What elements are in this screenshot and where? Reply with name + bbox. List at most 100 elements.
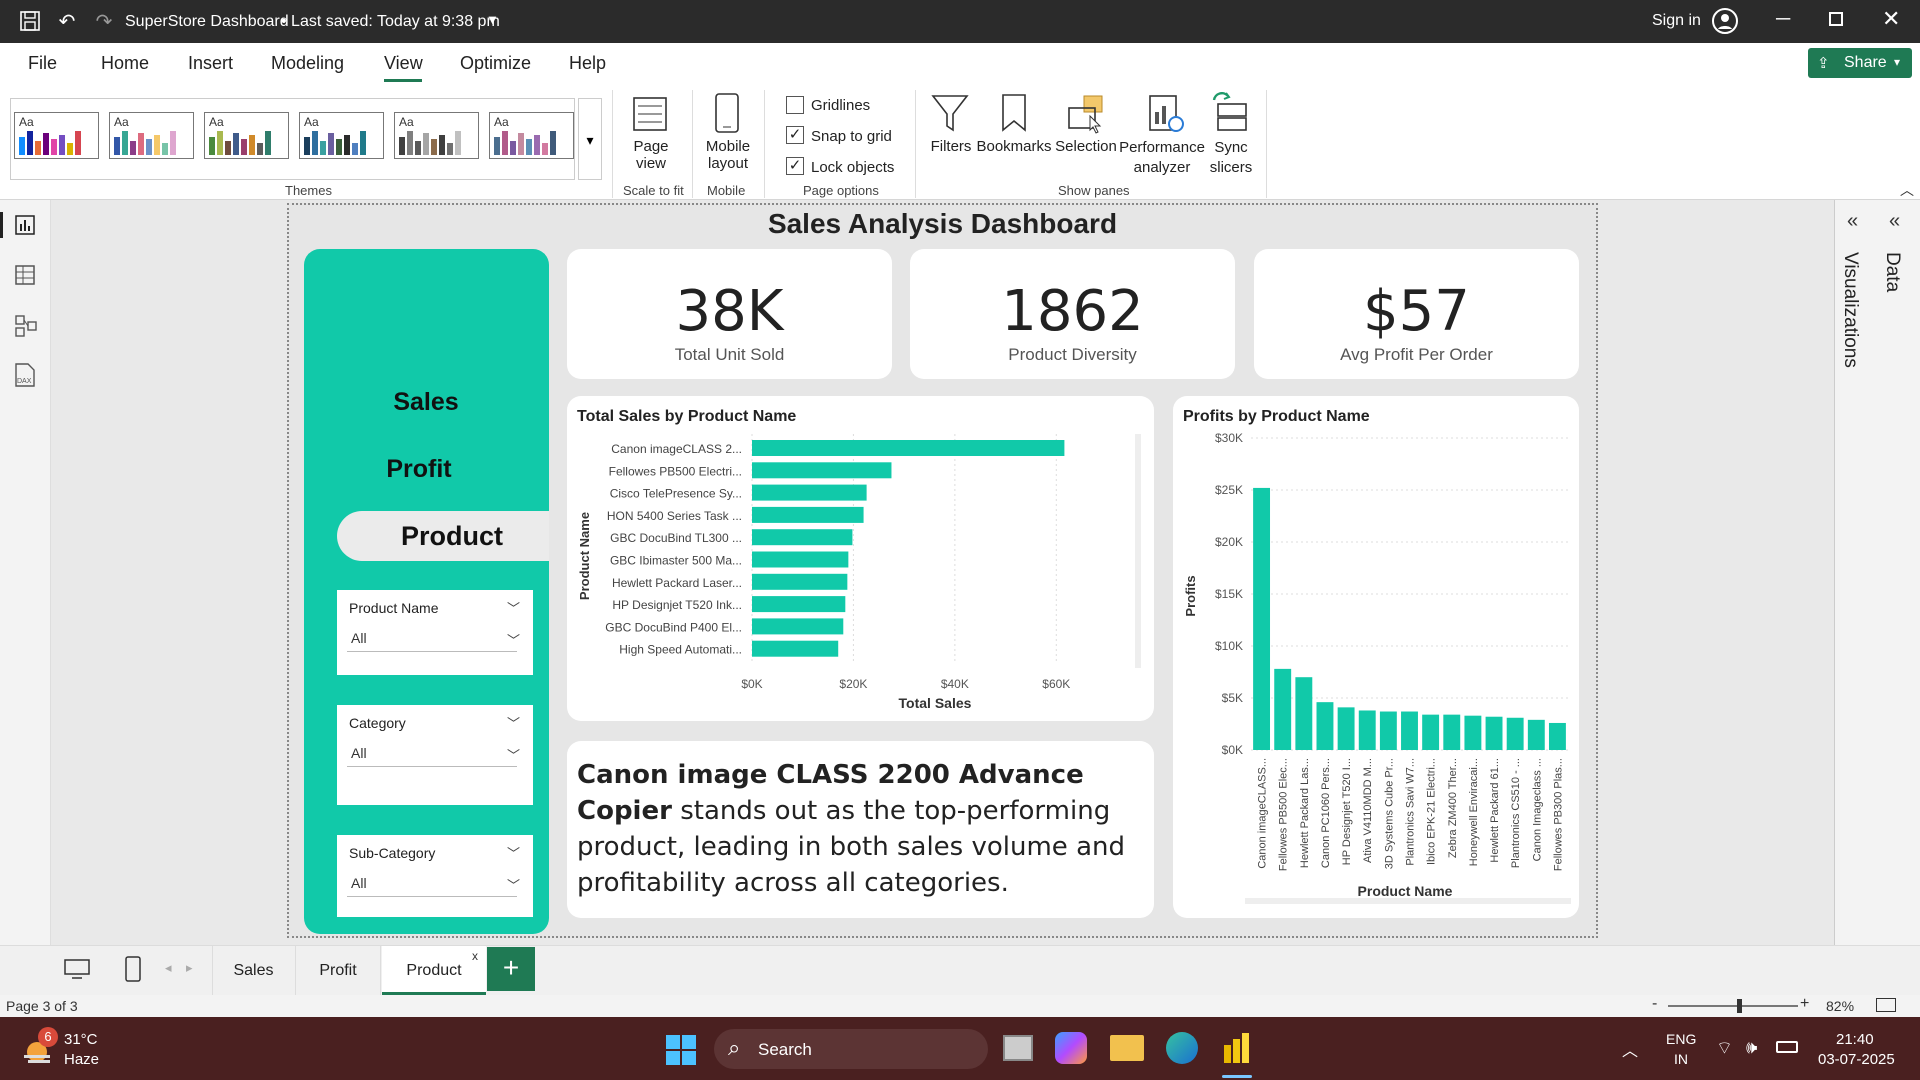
tab-view[interactable]: View (384, 53, 423, 74)
model-view-icon[interactable] (14, 314, 38, 343)
search-placeholder: Search (758, 1040, 812, 1059)
selection-button[interactable] (1066, 94, 1106, 139)
kpi-card-units-sold[interactable]: 38K Total Unit Sold (567, 249, 892, 379)
zoom-in-button[interactable]: + (1800, 995, 1809, 1013)
save-icon[interactable] (18, 10, 42, 34)
volume-icon[interactable]: 🕪 (1746, 1037, 1757, 1058)
clock-date[interactable]: 03-07-2025 (1818, 1051, 1895, 1068)
maximize-icon[interactable] (1829, 12, 1843, 26)
wifi-icon[interactable]: ⌔ (1716, 1037, 1733, 1060)
language-line1[interactable]: ENG (1666, 1031, 1696, 1047)
y-tick-label: $0K (1222, 743, 1243, 757)
close-icon[interactable]: ✕ (1882, 6, 1900, 32)
expand-data-icon[interactable]: « (1889, 210, 1900, 233)
snap-to-grid-checkbox[interactable]: ✓ (786, 126, 804, 144)
filters-label[interactable]: Filters (926, 138, 976, 155)
weather-temp[interactable]: 31°C (64, 1031, 98, 1048)
redo-icon[interactable]: ↷ (92, 10, 116, 34)
filters-button[interactable] (930, 92, 970, 139)
tab-insert[interactable]: Insert (188, 53, 233, 74)
category-label: GBC DocuBind TL300 ... (610, 531, 742, 545)
page-tab-product[interactable]: Product x (382, 946, 486, 995)
page-view-button[interactable] (630, 92, 670, 137)
lock-objects-checkbox[interactable]: ✓ (786, 157, 804, 175)
tab-home[interactable]: Home (101, 53, 149, 74)
edge-browser-icon[interactable] (1166, 1032, 1198, 1064)
nav-product-button[interactable]: Product (337, 511, 549, 561)
copilot-icon[interactable] (1055, 1032, 1087, 1064)
profits-chart[interactable]: Profits by Product Name $0K $5K $10K $15K $20… (1173, 396, 1579, 918)
visualizations-pane-tab[interactable]: Visualizations (1839, 252, 1861, 368)
chevron-down-icon: ▾ (1894, 55, 1901, 69)
mobile-layout-button[interactable] (712, 92, 742, 139)
power-bi-icon[interactable] (1222, 1031, 1252, 1070)
page-view-label[interactable]: Page view (628, 138, 674, 172)
page-tab-sales[interactable]: Sales (212, 946, 294, 995)
sub-category-dropdown[interactable]: All ﹀ (347, 869, 520, 897)
share-button[interactable]: ⇪ Share ▾ (1808, 48, 1912, 78)
sync-slicers-button[interactable] (1210, 92, 1252, 139)
performance-analyzer-button[interactable] (1146, 92, 1186, 139)
minimize-icon[interactable]: ─ (1776, 8, 1790, 31)
task-view-icon[interactable] (1003, 1035, 1033, 1061)
lock-objects-label[interactable]: Lock objects (811, 159, 894, 176)
zoom-slider[interactable] (1668, 999, 1798, 1013)
report-view-icon[interactable] (14, 214, 36, 241)
product-name-slicer[interactable]: Product Name ﹀ All ﹀ (337, 590, 533, 675)
tab-modeling[interactable]: Modeling (271, 53, 344, 74)
add-page-button[interactable]: + (487, 947, 535, 991)
zoom-slider-thumb[interactable] (1737, 999, 1743, 1013)
kpi-card-avg-profit[interactable]: $57 Avg Profit Per Order (1254, 249, 1579, 379)
gridlines-checkbox[interactable] (786, 96, 804, 114)
chevron-down-icon[interactable]: ﹀ (507, 713, 520, 732)
page-tab-profit[interactable]: Profit (295, 946, 381, 995)
chevron-down-icon[interactable]: ﹀ (507, 843, 520, 862)
taskbar-search-box[interactable]: ⌕ Search (714, 1029, 988, 1069)
language-line2[interactable]: IN (1674, 1051, 1688, 1067)
performance-analyzer-label[interactable]: Performance analyzer (1118, 138, 1206, 178)
dax-query-view-icon[interactable]: DAX (12, 362, 38, 393)
desktop-layout-icon[interactable] (64, 958, 90, 985)
prev-page-icon[interactable]: ◂ (165, 960, 172, 976)
zoom-out-button[interactable]: - (1652, 995, 1657, 1013)
collapse-ribbon-icon[interactable]: ︿ (1900, 180, 1914, 200)
snap-to-grid-label[interactable]: Snap to grid (811, 128, 892, 145)
kpi-card-product-diversity[interactable]: 1862 Product Diversity (910, 249, 1235, 379)
clock-time[interactable]: 21:40 (1836, 1031, 1874, 1048)
next-page-icon[interactable]: ▸ (186, 960, 193, 976)
sub-category-slicer[interactable]: Sub-Category ﹀ All ﹀ (337, 835, 533, 917)
themes-expand-button[interactable]: ▾ (578, 98, 602, 180)
show-hidden-icons[interactable]: ︿ (1622, 1037, 1638, 1061)
weather-condition[interactable]: Haze (64, 1051, 99, 1068)
fit-to-page-icon[interactable] (1876, 998, 1896, 1012)
sign-in-link[interactable]: Sign in (1652, 12, 1701, 30)
bookmarks-label[interactable]: Bookmarks (976, 138, 1052, 155)
nav-product-label: Product (400, 521, 503, 551)
nav-profit-button[interactable]: Profit (353, 455, 485, 484)
account-icon[interactable] (1712, 8, 1738, 39)
product-name-dropdown[interactable]: All ﹀ (347, 624, 520, 652)
expand-visualizations-icon[interactable]: « (1847, 210, 1858, 233)
total-sales-chart[interactable]: Total Sales by Product Name $0K $20K $40K $6… (567, 396, 1154, 721)
nav-sales-button[interactable]: Sales (360, 388, 492, 417)
mobile-layout-label[interactable]: Mobile layout (700, 138, 756, 172)
windows-start-icon[interactable] (666, 1035, 696, 1070)
file-explorer-icon[interactable] (1110, 1035, 1144, 1061)
close-page-icon[interactable]: x (472, 932, 478, 981)
category-dropdown[interactable]: All ﹀ (347, 739, 520, 767)
undo-icon[interactable]: ↶ (55, 10, 79, 34)
chevron-down-icon[interactable]: ﹀ (507, 598, 520, 617)
title-dropdown-icon[interactable]: ▼ (486, 12, 499, 27)
battery-icon[interactable] (1776, 1041, 1798, 1053)
bookmarks-button[interactable] (1000, 92, 1028, 139)
mobile-layout-icon[interactable] (124, 956, 142, 987)
sync-slicers-label[interactable]: Sync slicers (1206, 138, 1256, 178)
selection-label[interactable]: Selection (1052, 138, 1120, 155)
gridlines-label[interactable]: Gridlines (811, 97, 870, 114)
table-view-icon[interactable] (14, 264, 36, 291)
tab-optimize[interactable]: Optimize (460, 53, 531, 74)
tab-file[interactable]: File (28, 53, 57, 74)
category-slicer[interactable]: Category ﹀ All ﹀ (337, 705, 533, 805)
tab-help[interactable]: Help (569, 53, 606, 74)
data-pane-tab[interactable]: Data (1881, 252, 1903, 292)
